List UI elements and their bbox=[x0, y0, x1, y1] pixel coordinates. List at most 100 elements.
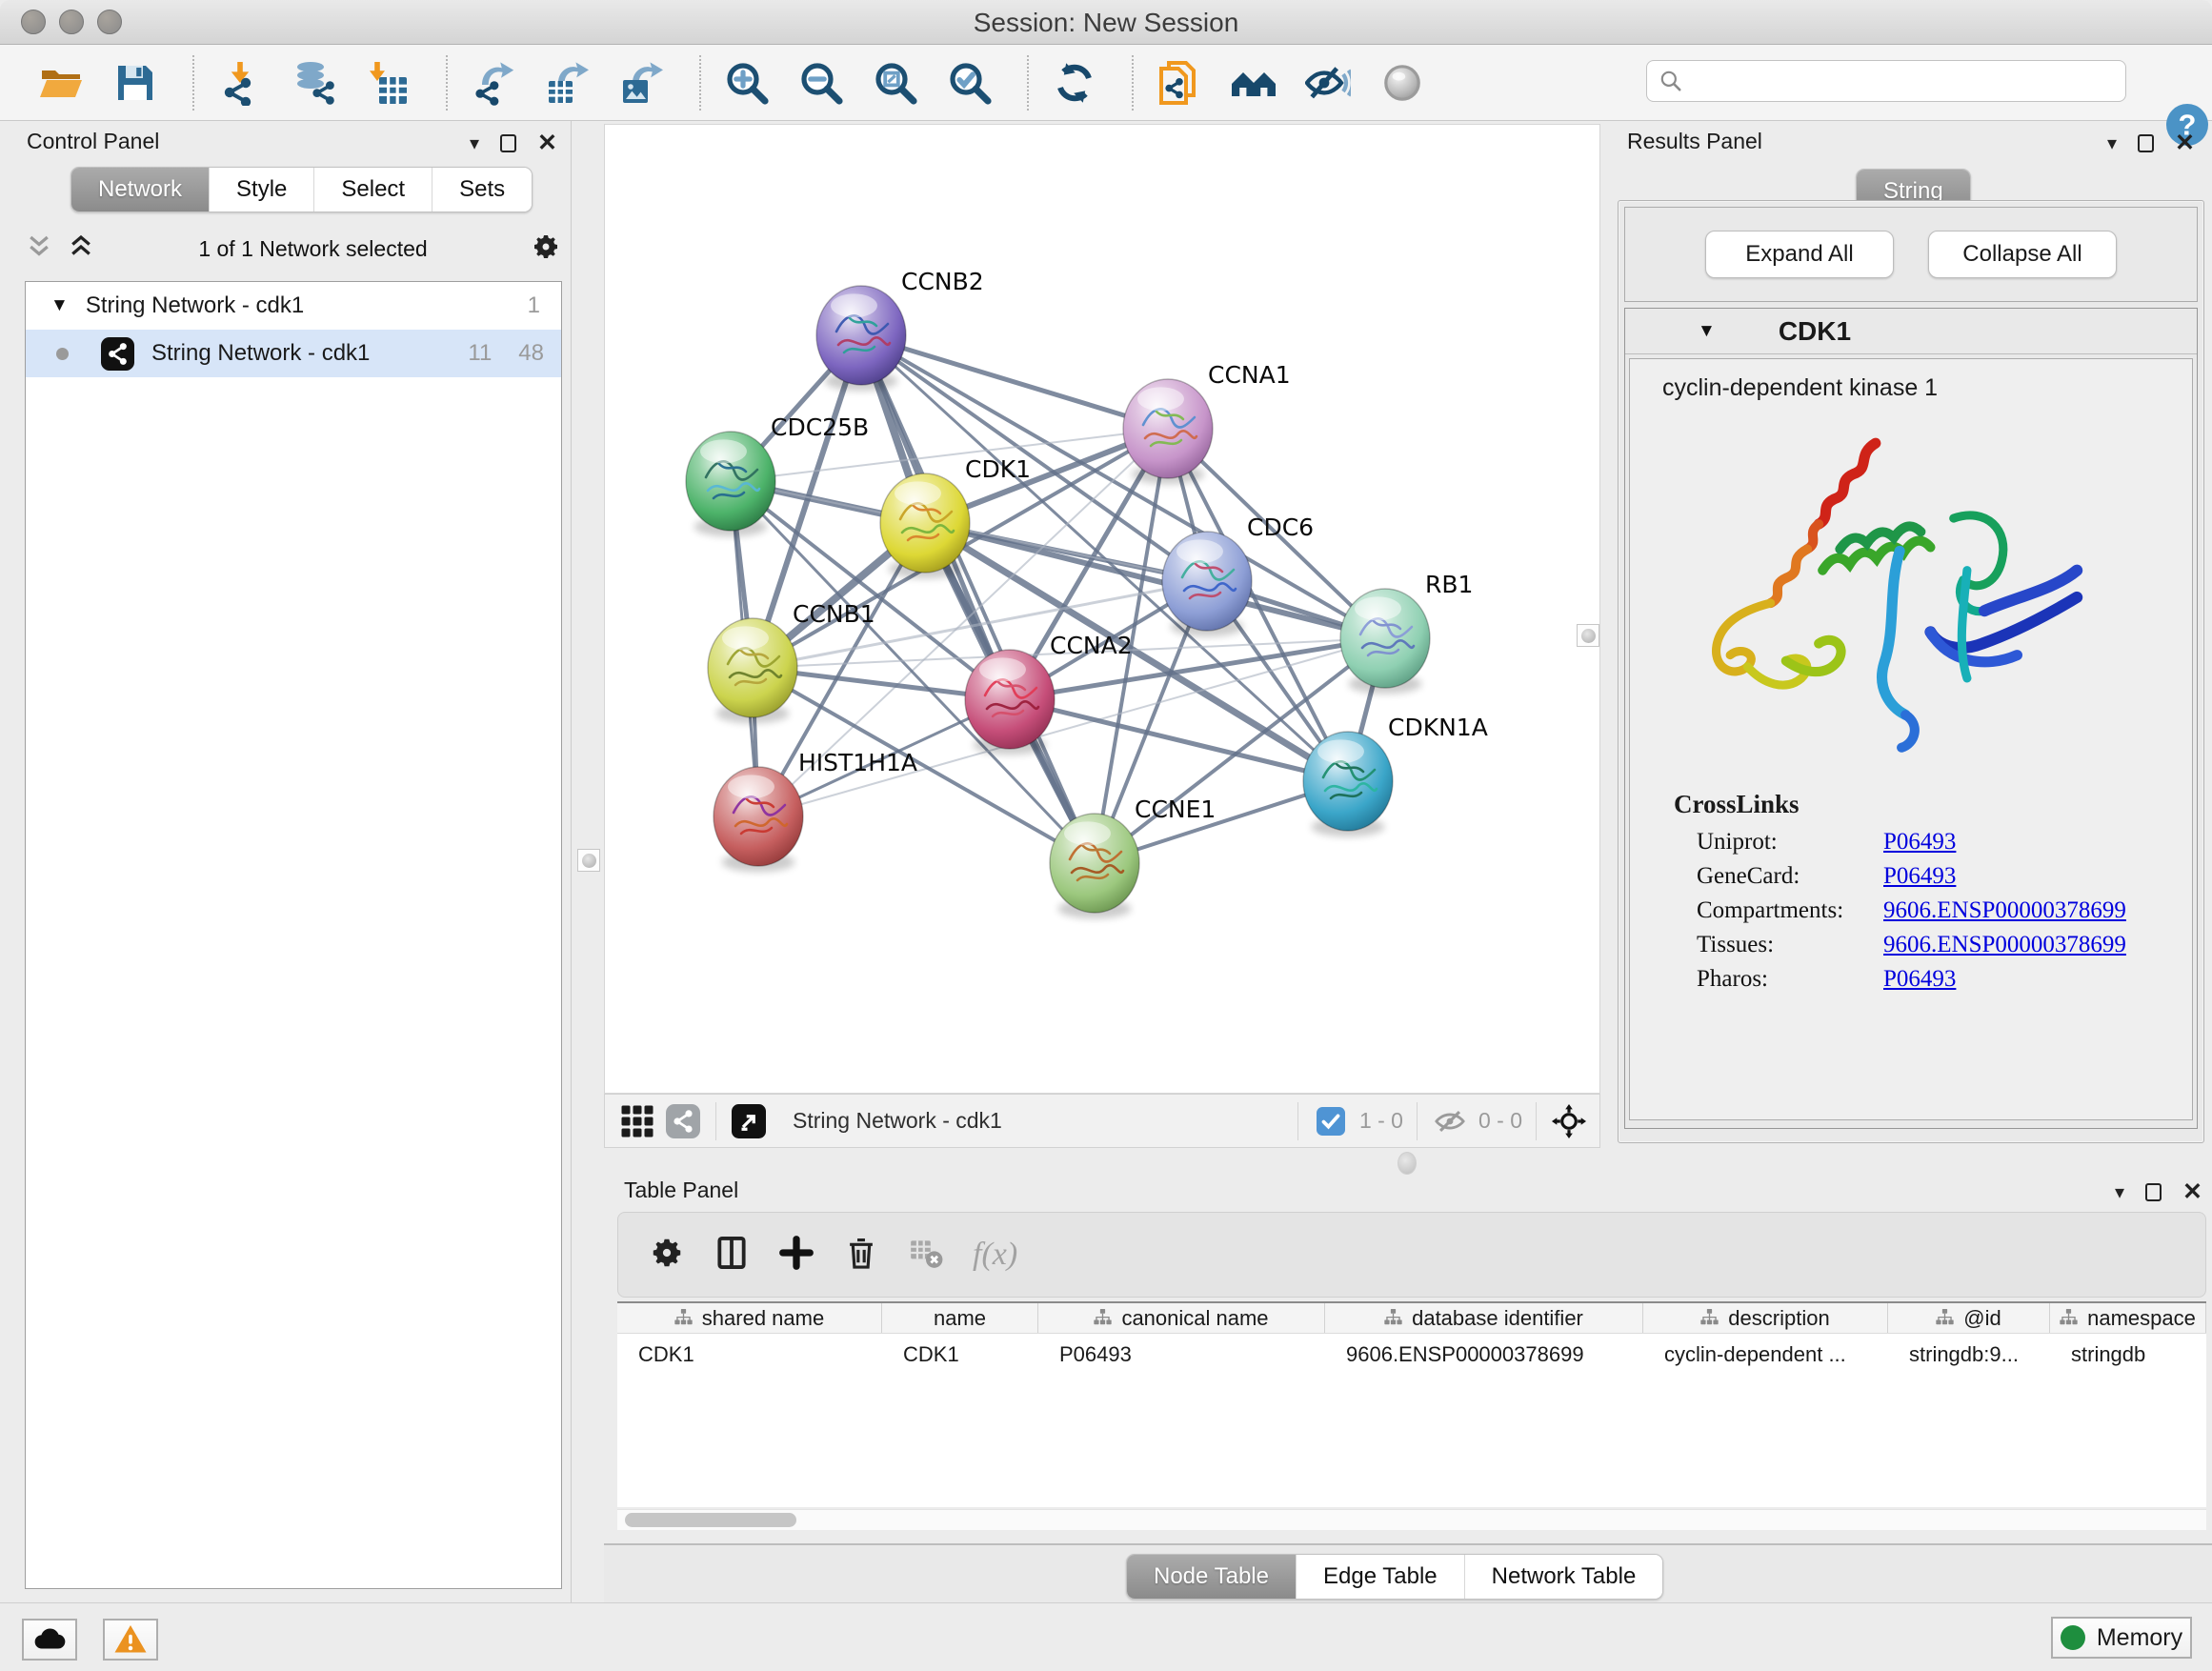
refresh-icon[interactable] bbox=[1050, 58, 1099, 108]
crosslink-link[interactable]: P06493 bbox=[1883, 829, 1956, 856]
network-view-share-icon[interactable] bbox=[664, 1102, 702, 1140]
tab-edge-table[interactable]: Edge Table bbox=[1296, 1555, 1464, 1599]
panel-close-icon[interactable]: ✕ bbox=[2175, 129, 2195, 157]
table-cell[interactable]: stringdb:9... bbox=[1888, 1334, 2050, 1376]
column-header-database-identifier[interactable]: database identifier bbox=[1325, 1303, 1643, 1333]
crosslink-link[interactable]: 9606.ENSP00000378699 bbox=[1883, 932, 2126, 958]
node-label-RB1: RB1 bbox=[1425, 571, 1473, 598]
selected-checkbox-icon[interactable] bbox=[1312, 1102, 1350, 1140]
table-cell[interactable]: stringdb bbox=[2050, 1334, 2206, 1376]
column-header-name[interactable]: name bbox=[882, 1303, 1038, 1333]
open-in-window-icon[interactable] bbox=[730, 1102, 768, 1140]
memory-button[interactable]: Memory bbox=[2051, 1617, 2192, 1659]
expand-all-button[interactable]: Expand All bbox=[1705, 231, 1894, 278]
hscrollbar-thumb[interactable] bbox=[625, 1513, 796, 1527]
export-table-icon[interactable] bbox=[543, 58, 593, 108]
network-label: String Network - cdk1 bbox=[151, 340, 468, 367]
crosslink-link[interactable]: 9606.ENSP00000378699 bbox=[1883, 897, 2126, 924]
zoom-in-icon[interactable] bbox=[722, 58, 772, 108]
hidden-eye-icon[interactable] bbox=[1431, 1102, 1469, 1140]
tab-node-table[interactable]: Node Table bbox=[1127, 1555, 1296, 1599]
panel-menu-icon[interactable]: ▾ bbox=[2115, 1180, 2124, 1204]
export-network-icon[interactable] bbox=[469, 58, 518, 108]
collapse-icon[interactable]: ▼ bbox=[50, 295, 69, 316]
open-session-icon[interactable] bbox=[36, 58, 86, 108]
column-header-namespace[interactable]: namespace bbox=[2050, 1303, 2206, 1333]
table-hscrollbar[interactable] bbox=[617, 1509, 2206, 1530]
tab-network[interactable]: Network bbox=[71, 168, 209, 211]
splitter-oval-handle[interactable] bbox=[1398, 1152, 1417, 1175]
right-splitter-handle[interactable] bbox=[1577, 624, 1599, 647]
network-view: CCNB2CCNA1CDC25BCDK1CDC6RB1CCNB1CCNA2CDK… bbox=[604, 121, 1600, 1148]
node-label-HIST1H1A: HIST1H1A bbox=[798, 749, 917, 776]
panel-menu-icon[interactable]: ▾ bbox=[2107, 131, 2117, 155]
panel-float-icon[interactable] bbox=[500, 134, 516, 152]
save-session-icon[interactable] bbox=[111, 58, 160, 108]
left-splitter-handle[interactable] bbox=[577, 849, 600, 872]
table-cell[interactable]: CDK1 bbox=[882, 1334, 1038, 1376]
collapse-all-icon[interactable] bbox=[25, 232, 53, 266]
panel-menu-icon[interactable]: ▾ bbox=[470, 131, 479, 155]
column-header--id[interactable]: @id bbox=[1888, 1303, 2050, 1333]
grid-view-icon[interactable] bbox=[618, 1102, 656, 1140]
homes-icon[interactable] bbox=[1229, 58, 1278, 108]
network-row[interactable]: String Network - cdk1 11 48 bbox=[26, 330, 561, 377]
panel-float-icon[interactable] bbox=[2145, 1183, 2162, 1201]
search-box bbox=[1646, 60, 2126, 102]
crosslink-link[interactable]: P06493 bbox=[1883, 863, 1956, 890]
panel-float-icon[interactable] bbox=[2138, 134, 2154, 152]
cloud-button[interactable] bbox=[22, 1619, 77, 1661]
shared-column-icon bbox=[1700, 1306, 1719, 1331]
network-node-CDK1[interactable]: CDK1 bbox=[880, 455, 1031, 578]
import-table-icon[interactable] bbox=[364, 58, 413, 108]
panel-close-icon[interactable]: ✕ bbox=[2182, 1178, 2202, 1206]
network-node-count: 11 bbox=[468, 340, 492, 367]
tab-network-table[interactable]: Network Table bbox=[1464, 1555, 1663, 1599]
share-document-icon[interactable] bbox=[1155, 58, 1204, 108]
panel-close-icon[interactable]: ✕ bbox=[537, 129, 557, 157]
column-header-shared-name[interactable]: shared name bbox=[617, 1303, 882, 1333]
network-edge[interactable] bbox=[861, 335, 1168, 429]
import-network-from-database-icon[interactable] bbox=[290, 58, 339, 108]
export-image-icon[interactable] bbox=[617, 58, 667, 108]
crosslink-row: Tissues:9606.ENSP00000378699 bbox=[1697, 932, 2126, 958]
search-input[interactable] bbox=[1691, 68, 2114, 94]
network-canvas[interactable]: CCNB2CCNA1CDC25BCDK1CDC6RB1CCNB1CCNA2CDK… bbox=[604, 124, 1600, 1094]
tab-style[interactable]: Style bbox=[209, 168, 313, 211]
gear-icon[interactable] bbox=[531, 232, 561, 267]
show-columns-icon[interactable] bbox=[714, 1235, 750, 1276]
node-label-CCNA1: CCNA1 bbox=[1208, 361, 1291, 389]
collapse-section-icon[interactable]: ▼ bbox=[1698, 321, 1716, 342]
column-header-description[interactable]: description bbox=[1643, 1303, 1888, 1333]
delete-column-icon[interactable] bbox=[843, 1235, 879, 1276]
zoom-out-icon[interactable] bbox=[796, 58, 846, 108]
network-node-RB1[interactable]: RB1 bbox=[1340, 571, 1473, 694]
zoom-selected-icon[interactable] bbox=[945, 58, 995, 108]
table-cell[interactable]: CDK1 bbox=[617, 1334, 882, 1376]
add-column-icon[interactable] bbox=[778, 1235, 814, 1276]
collapse-all-button[interactable]: Collapse All bbox=[1928, 231, 2117, 278]
table-row[interactable]: CDK1CDK1P064939606.ENSP00000378699cyclin… bbox=[617, 1334, 2206, 1376]
table-cell[interactable]: P06493 bbox=[1038, 1334, 1325, 1376]
tab-select[interactable]: Select bbox=[313, 168, 432, 211]
network-node-CDC6[interactable]: CDC6 bbox=[1162, 513, 1314, 636]
import-network-icon[interactable] bbox=[215, 58, 265, 108]
zoom-fit-icon[interactable] bbox=[871, 58, 920, 108]
network-node-HIST1H1A[interactable]: HIST1H1A bbox=[714, 749, 917, 872]
hide-selected-eye-icon[interactable] bbox=[1303, 58, 1353, 108]
network-collection-row[interactable]: ▼ String Network - cdk1 1 bbox=[26, 282, 561, 330]
birds-eye-navigator-icon[interactable] bbox=[1550, 1102, 1588, 1140]
search-icon bbox=[1659, 69, 1683, 93]
expand-all-icon[interactable] bbox=[67, 232, 95, 266]
warnings-button[interactable] bbox=[103, 1619, 158, 1661]
table-gear-icon[interactable] bbox=[649, 1235, 685, 1276]
network-node-CDKN1A[interactable]: CDKN1A bbox=[1303, 714, 1488, 836]
network-edge[interactable] bbox=[861, 335, 1095, 863]
toolbar-divider bbox=[699, 55, 701, 111]
network-node-CCNB1[interactable]: CCNB1 bbox=[708, 600, 875, 723]
table-cell[interactable]: 9606.ENSP00000378699 bbox=[1325, 1334, 1643, 1376]
crosslink-link[interactable]: P06493 bbox=[1883, 966, 1956, 993]
column-header-canonical-name[interactable]: canonical name bbox=[1038, 1303, 1325, 1333]
tab-sets[interactable]: Sets bbox=[432, 168, 532, 211]
table-cell[interactable]: cyclin-dependent ... bbox=[1643, 1334, 1888, 1376]
